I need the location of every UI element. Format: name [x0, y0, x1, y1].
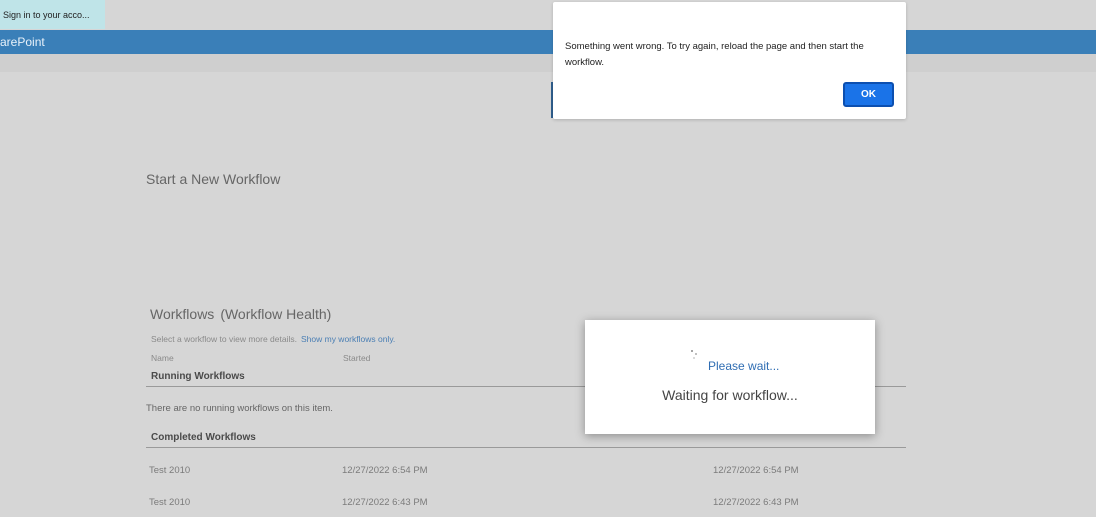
- ok-button[interactable]: OK: [843, 82, 894, 107]
- suite-bar: arePoint: [0, 30, 1096, 54]
- ended-cell: 12/27/2022 6:54 PM: [713, 465, 799, 476]
- started-cell: 12/27/2022 6:43 PM: [342, 497, 428, 508]
- tab-label: Sign in to your acco...: [3, 9, 90, 20]
- ribbon-band: [0, 54, 1096, 72]
- wait-dialog: Please wait... Waiting for workflow...: [585, 320, 875, 434]
- completed-workflows-heading: Completed Workflows: [151, 432, 256, 443]
- running-empty-message: There are no running workflows on this i…: [146, 403, 333, 414]
- workflows-heading: Workflows (Workflow Health): [150, 306, 331, 322]
- start-workflow-title: Start a New Workflow: [146, 171, 281, 187]
- started-cell: 12/27/2022 6:54 PM: [342, 465, 428, 476]
- workflow-name-link[interactable]: Test 2010: [149, 497, 190, 508]
- running-workflows-heading: Running Workflows: [151, 371, 245, 382]
- hint-text: Select a workflow to view more details.: [151, 334, 297, 344]
- completed-divider: [146, 447, 906, 448]
- alert-message: Something went wrong. To try again, relo…: [565, 41, 864, 68]
- loading-spinner-icon: [691, 350, 701, 360]
- workflow-name-link[interactable]: Test 2010: [149, 465, 190, 476]
- app-title[interactable]: arePoint: [0, 35, 45, 49]
- wait-message: Waiting for workflow...: [662, 387, 798, 403]
- wait-title: Please wait...: [708, 359, 780, 373]
- workflows-title: Workflows: [150, 306, 215, 322]
- column-header-started: Started: [343, 353, 371, 363]
- ended-cell: 12/27/2022 6:43 PM: [713, 497, 799, 508]
- show-my-workflows-link[interactable]: Show my workflows only.: [301, 334, 395, 344]
- column-header-name: Name: [151, 353, 174, 363]
- browser-tab-signin[interactable]: Sign in to your acco...: [0, 0, 105, 29]
- workflows-hint: Select a workflow to view more details. S…: [151, 334, 395, 344]
- workflow-health-link[interactable]: (Workflow Health): [220, 306, 331, 322]
- error-alert-dialog: Something went wrong. To try again, relo…: [553, 2, 906, 119]
